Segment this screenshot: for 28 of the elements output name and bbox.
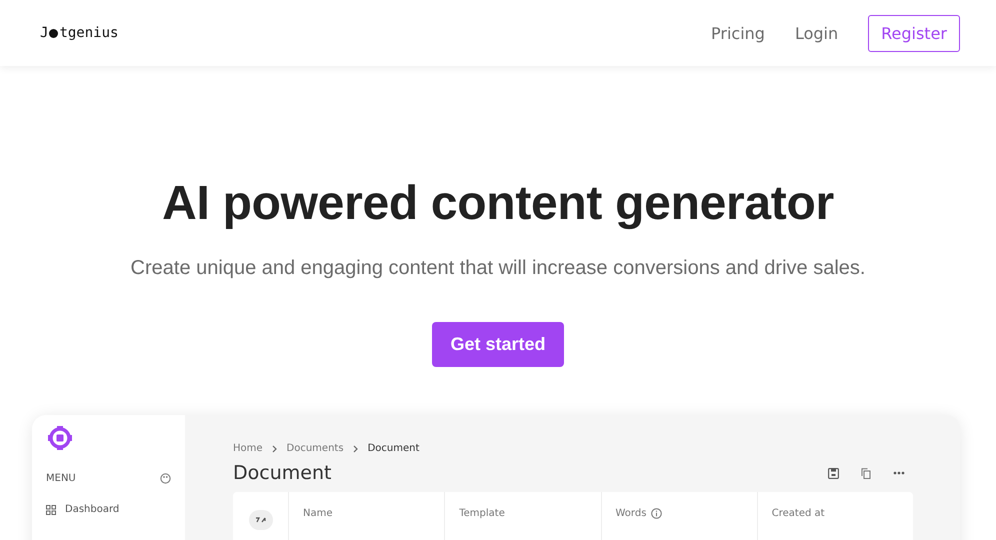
column-header: Template [459,508,505,519]
nav-link[interactable]: Pricing [711,24,765,42]
grid-icon [46,504,56,514]
chevron-right-icon [352,444,359,452]
save-icon[interactable] [828,468,839,478]
column-header: Words [616,508,646,519]
column-header: Created at [772,508,825,519]
info-icon [651,508,662,519]
chevron-right-icon [272,444,278,452]
sidebar-item[interactable]: Dashboard [46,504,171,515]
breadcrumb-item[interactable]: Document [368,443,420,454]
menu-label: MENU [46,473,76,484]
column-header: Name [303,508,333,519]
register-button[interactable]: Register [868,14,960,52]
breadcrumb-item[interactable]: Documents [286,443,344,454]
more-icon[interactable] [893,471,905,475]
copy-icon[interactable] [861,468,871,478]
document-title: Document [233,462,332,484]
get-started-button[interactable]: Get started [432,322,564,367]
logo-text: J [40,25,48,41]
logo-text: tgenius [59,25,118,41]
hero-title: AI powered content generator [162,176,834,231]
chip-logo-icon [47,425,73,451]
hero-subtitle: Create unique and engaging content that will increase conversions and drive sales. [130,257,866,280]
sort-icon[interactable] [248,510,272,530]
nav-link[interactable]: Login [794,24,838,42]
logo-dot-icon [49,28,58,38]
breadcrumb-item[interactable]: Home [233,443,263,454]
